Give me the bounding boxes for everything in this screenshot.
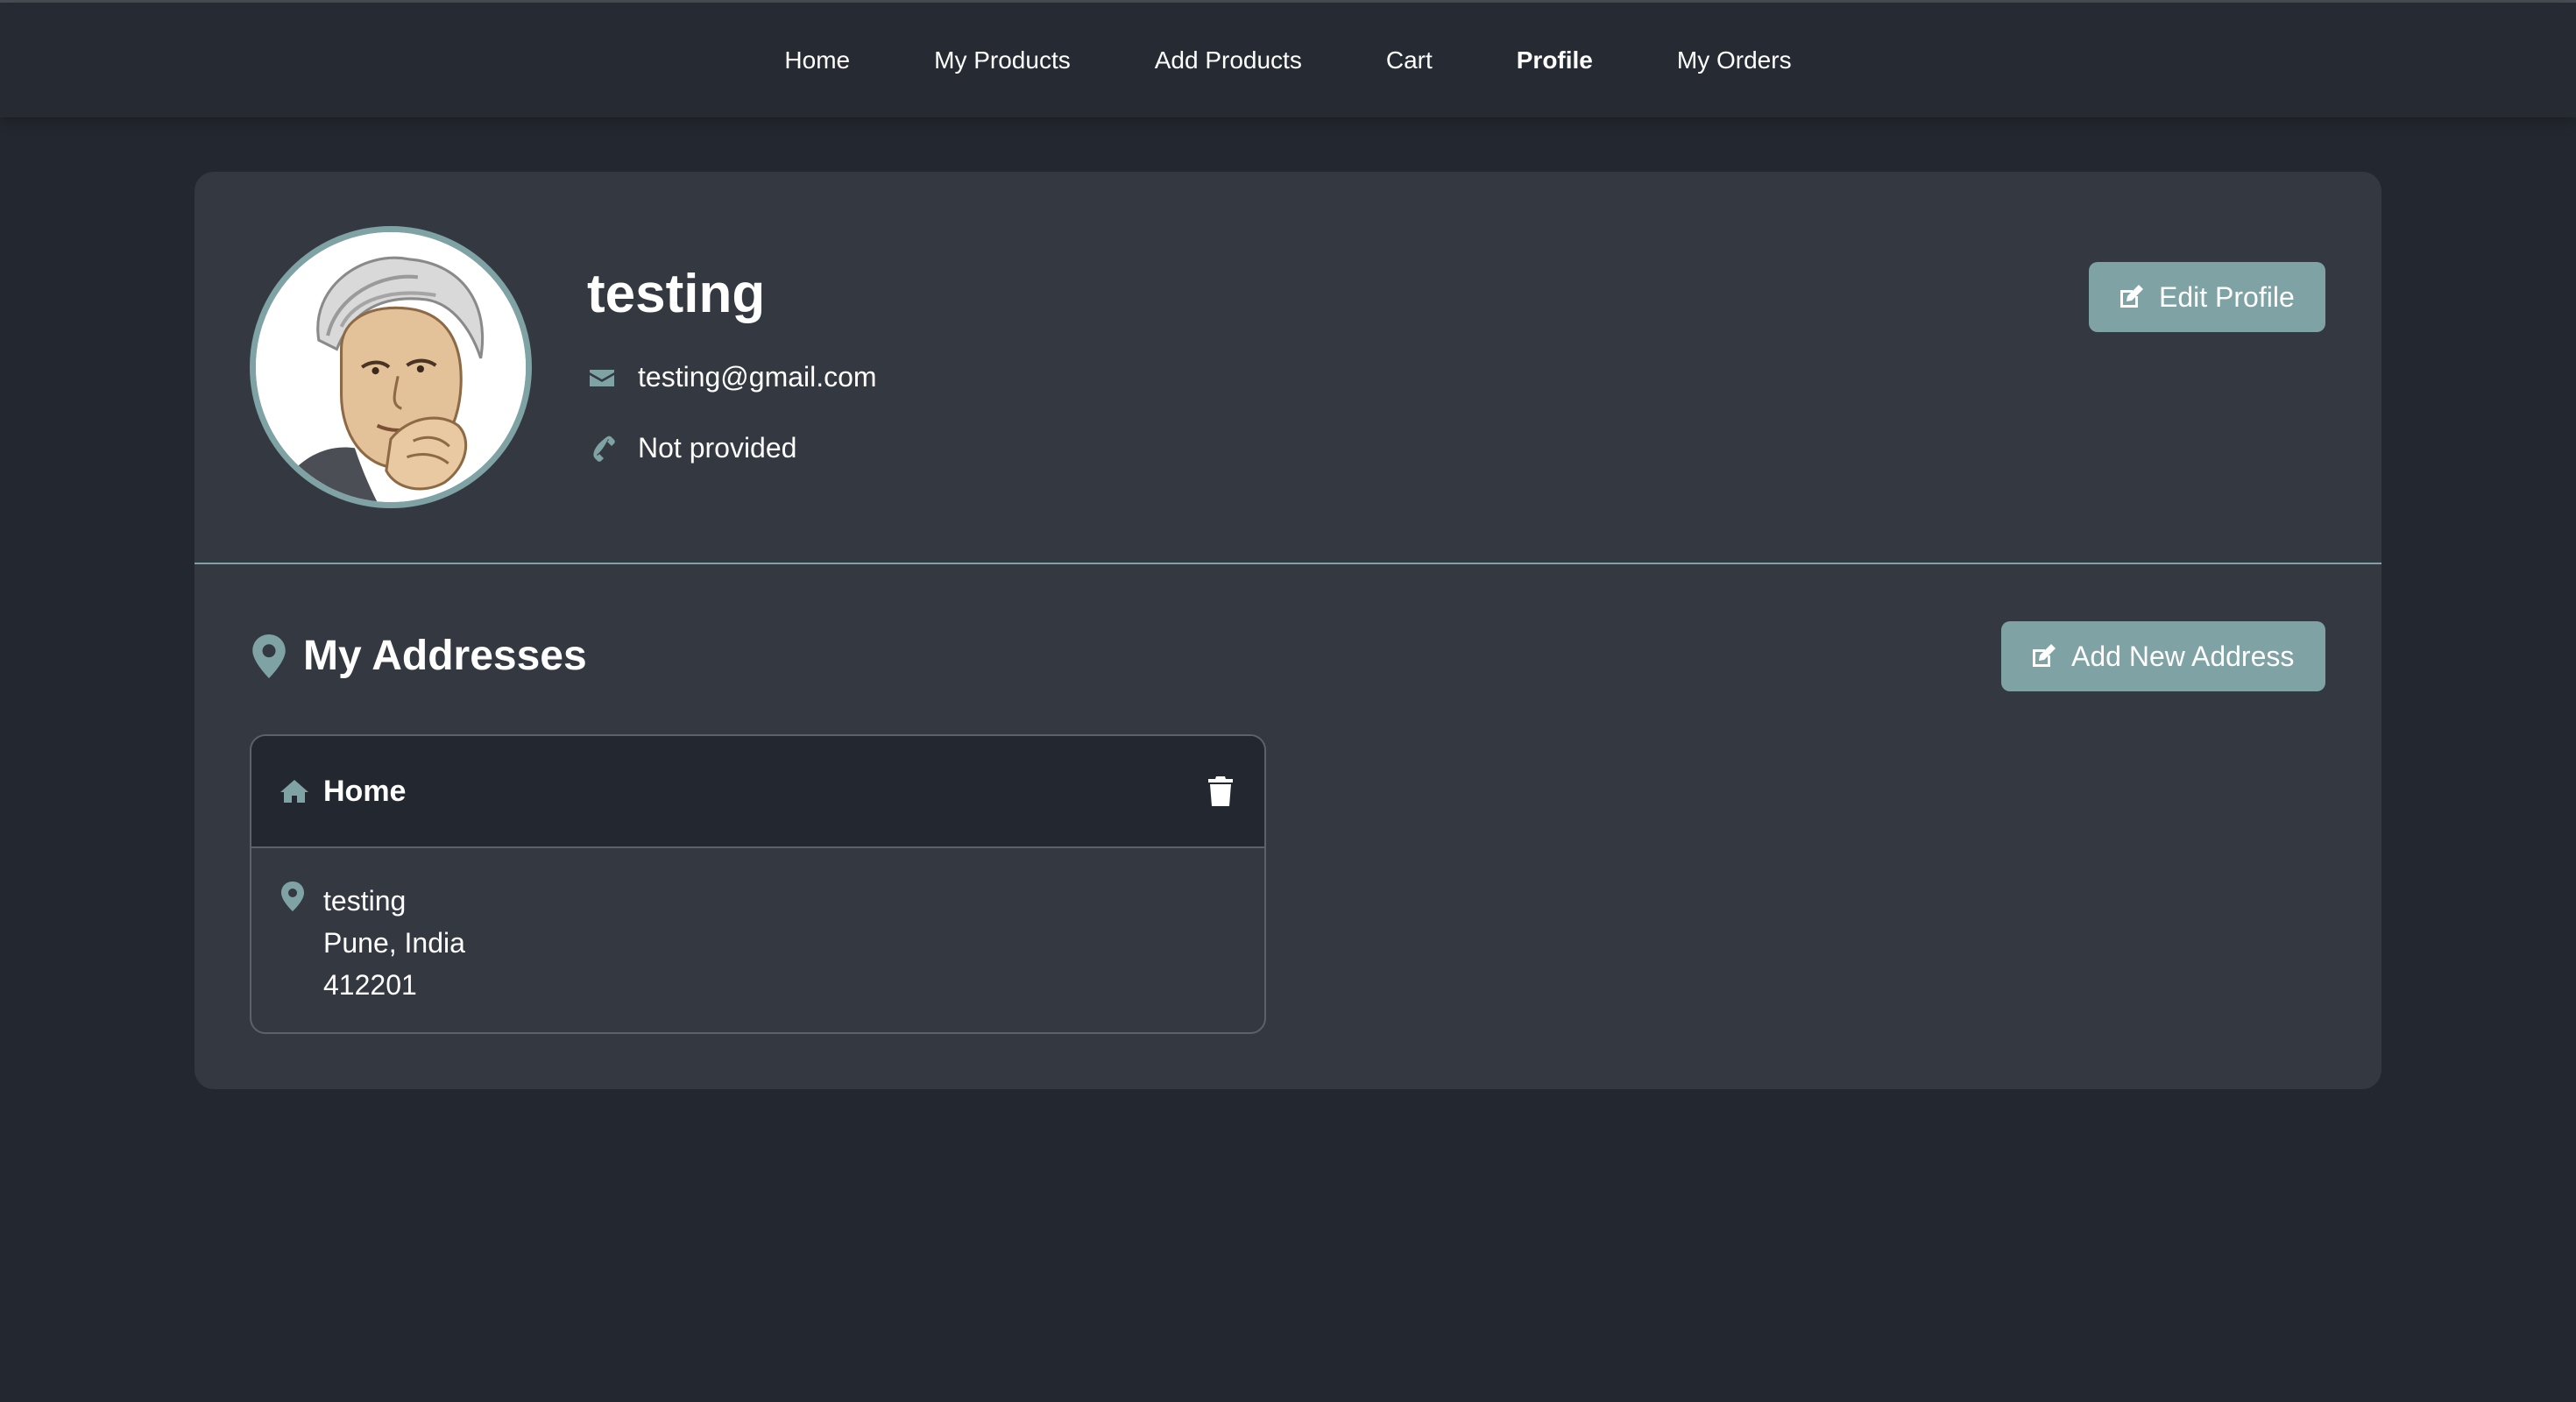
edit-icon [2029, 642, 2057, 670]
avatar [250, 226, 532, 508]
address-line-city: Pune, India [323, 927, 465, 959]
addresses-title-text: My Addresses [303, 633, 587, 679]
profile-card: testing testing@gmail.com Not provided E… [195, 172, 2381, 1089]
nav-link-profile[interactable]: Profile [1517, 46, 1593, 74]
nav-link-my-products[interactable]: My Products [934, 46, 1071, 74]
profile-email-row: testing@gmail.com [587, 361, 877, 393]
profile-phone-row: Not provided [587, 432, 796, 464]
top-navbar: Home My Products Add Products Cart Profi… [0, 3, 2576, 117]
address-line-postal-code: 412201 [323, 969, 417, 1001]
add-new-address-label: Add New Address [2071, 640, 2295, 672]
home-icon [280, 778, 309, 804]
edit-profile-button[interactable]: Edit Profile [2089, 262, 2325, 332]
user-portrait-image [256, 232, 526, 502]
address-line-name: testing [323, 885, 407, 917]
address-lines: testing Pune, India 412201 [323, 880, 465, 1006]
edit-profile-label: Edit Profile [2159, 280, 2295, 313]
section-divider [195, 563, 2381, 564]
profile-name: testing [587, 264, 766, 324]
map-marker-icon [281, 880, 304, 1006]
envelope-icon [587, 363, 617, 393]
nav-link-add-products[interactable]: Add Products [1155, 46, 1302, 74]
address-card-header: Home [251, 736, 1264, 848]
nav-link-cart[interactable]: Cart [1386, 46, 1433, 74]
address-card: Home testing Pune, India 412201 [250, 734, 1266, 1034]
trash-icon [1208, 776, 1233, 806]
delete-address-button[interactable] [1203, 774, 1238, 809]
addresses-title: My Addresses [252, 632, 587, 680]
nav-link-my-orders[interactable]: My Orders [1677, 46, 1792, 74]
add-new-address-button[interactable]: Add New Address [2001, 621, 2325, 691]
edit-icon [2117, 283, 2145, 311]
phone-icon [587, 434, 617, 464]
address-type: Home [280, 775, 406, 809]
address-card-body: testing Pune, India 412201 [251, 848, 1264, 1006]
nav-link-home[interactable]: Home [784, 46, 850, 74]
address-type-label: Home [323, 774, 407, 808]
map-marker-icon [252, 634, 286, 678]
profile-phone: Not provided [638, 432, 797, 464]
profile-email: testing@gmail.com [638, 361, 877, 393]
